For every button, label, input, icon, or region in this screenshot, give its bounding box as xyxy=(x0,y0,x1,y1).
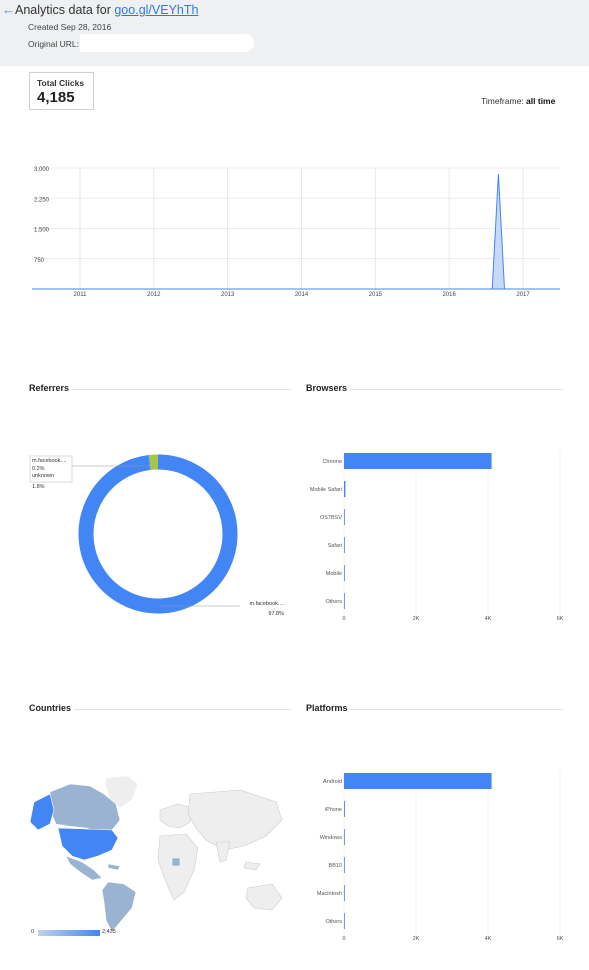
timeline-x-tick: 2012 xyxy=(147,292,161,298)
page-title: Analytics data for goo.gl/VEYhTh xyxy=(15,2,198,18)
platform-x-tick: 6K xyxy=(557,936,564,942)
referrer-label: m.facebook.... xyxy=(249,601,284,607)
browser-x-tick: 2K xyxy=(413,616,420,622)
referrer-slice[interactable] xyxy=(78,454,238,614)
timeline-x-tick: 2015 xyxy=(369,292,383,298)
browser-bar[interactable] xyxy=(344,509,345,525)
referrer-percent: 0.2% xyxy=(32,466,45,472)
referrers-donut-chart: m.facebook.... 0.2% unknown 1.8% m.faceb… xyxy=(29,454,284,617)
browser-category-label: Safari xyxy=(328,543,342,549)
platform-category-label: Android xyxy=(323,779,342,785)
page-header: ← Analytics data for goo.gl/VEYhTh Creat… xyxy=(0,0,589,66)
browsers-bar-chart: 0 2K 4K 6K Chrome Mobile Safari OS7BSV Safari Mo… xyxy=(310,452,564,622)
browser-category-label: Others xyxy=(325,599,342,605)
world-map-countries xyxy=(29,775,283,933)
total-clicks-card: Total Clicks 4,185 xyxy=(29,72,94,110)
browser-bar[interactable] xyxy=(344,481,346,497)
original-url-label: Original URL: xyxy=(28,39,80,49)
browser-category-label: OS7BSV xyxy=(320,515,342,521)
browser-category-label: Chrome xyxy=(322,459,342,465)
platform-x-tick: 0 xyxy=(342,936,345,942)
platform-category-label: iPhone xyxy=(325,807,342,813)
timeline-y-tick: 2,250 xyxy=(34,197,50,203)
platform-bar[interactable] xyxy=(344,913,345,929)
platform-x-tick: 4K xyxy=(485,936,492,942)
platform-x-tick: 2K xyxy=(413,936,420,942)
timeframe-value: all time xyxy=(526,96,556,106)
referrer-percent: 97.8% xyxy=(268,611,284,617)
timeline-x-tick: 2014 xyxy=(295,292,309,298)
timeline-x-tick: 2017 xyxy=(516,292,530,298)
timeline-y-tick: 1,500 xyxy=(34,228,50,234)
platform-bar[interactable] xyxy=(344,885,345,901)
referrer-percent: 1.8% xyxy=(32,484,45,490)
back-arrow-icon[interactable]: ← xyxy=(2,2,15,18)
timeframe-label: Timeframe: xyxy=(481,96,524,106)
platform-bar[interactable] xyxy=(344,857,345,873)
total-clicks-label: Total Clicks xyxy=(37,78,85,88)
total-clicks-value: 4,185 xyxy=(37,89,75,106)
platform-category-label: Macintosh xyxy=(317,891,342,897)
countries-title: Countries xyxy=(29,703,75,713)
referrer-label: unknown xyxy=(32,473,54,479)
referrer-label: m.facebook.... xyxy=(32,458,67,464)
browser-x-tick: 6K xyxy=(557,616,564,622)
clicks-timeline-chart: 750 1,500 2,250 3,000 2011 2012 2013 2014 2015 2… xyxy=(32,167,560,298)
browser-category-label: Mobile xyxy=(326,571,342,577)
timeline-y-tick: 3,000 xyxy=(34,167,50,173)
countries-legend-gradient xyxy=(38,930,100,936)
referrers-title: Referrers xyxy=(29,383,73,393)
platform-bar[interactable] xyxy=(344,829,345,845)
browser-bar[interactable] xyxy=(344,537,345,553)
browser-x-tick: 4K xyxy=(485,616,492,622)
timeframe-selector[interactable]: Timeframe: all time xyxy=(481,96,555,106)
countries-legend-min: 0 xyxy=(31,929,35,935)
platform-category-label: Others xyxy=(325,919,342,925)
platforms-title: Platforms xyxy=(306,703,351,713)
countries-legend-max: 2,435 xyxy=(102,929,116,935)
timeline-x-tick: 2016 xyxy=(442,292,456,298)
created-date: Created Sep 28, 2016 xyxy=(28,22,112,32)
browsers-title: Browsers xyxy=(306,383,351,393)
title-prefix: Analytics data for xyxy=(15,3,115,17)
browser-bar[interactable] xyxy=(344,453,492,469)
platforms-bar-chart: 0 2K 4K 6K Android iPhone Windows BB10 Macintosh… xyxy=(317,772,564,942)
platform-bar[interactable] xyxy=(344,773,492,789)
platform-bar[interactable] xyxy=(344,801,345,817)
browser-category-label: Mobile Safari xyxy=(310,487,342,493)
platform-category-label: BB10 xyxy=(329,863,342,869)
clicks-area-series xyxy=(491,174,506,290)
browser-bar[interactable] xyxy=(344,565,345,581)
timeline-y-tick: 750 xyxy=(34,258,45,264)
original-url-redaction xyxy=(80,34,254,52)
timeline-x-tick: 2011 xyxy=(74,292,88,298)
browser-x-tick: 0 xyxy=(342,616,345,622)
short-url-link[interactable]: goo.gl/VEYhTh xyxy=(114,3,198,17)
timeline-x-tick: 2013 xyxy=(221,292,235,298)
browser-bar[interactable] xyxy=(344,593,345,609)
platform-category-label: Windows xyxy=(320,835,343,841)
countries-map xyxy=(29,775,283,933)
